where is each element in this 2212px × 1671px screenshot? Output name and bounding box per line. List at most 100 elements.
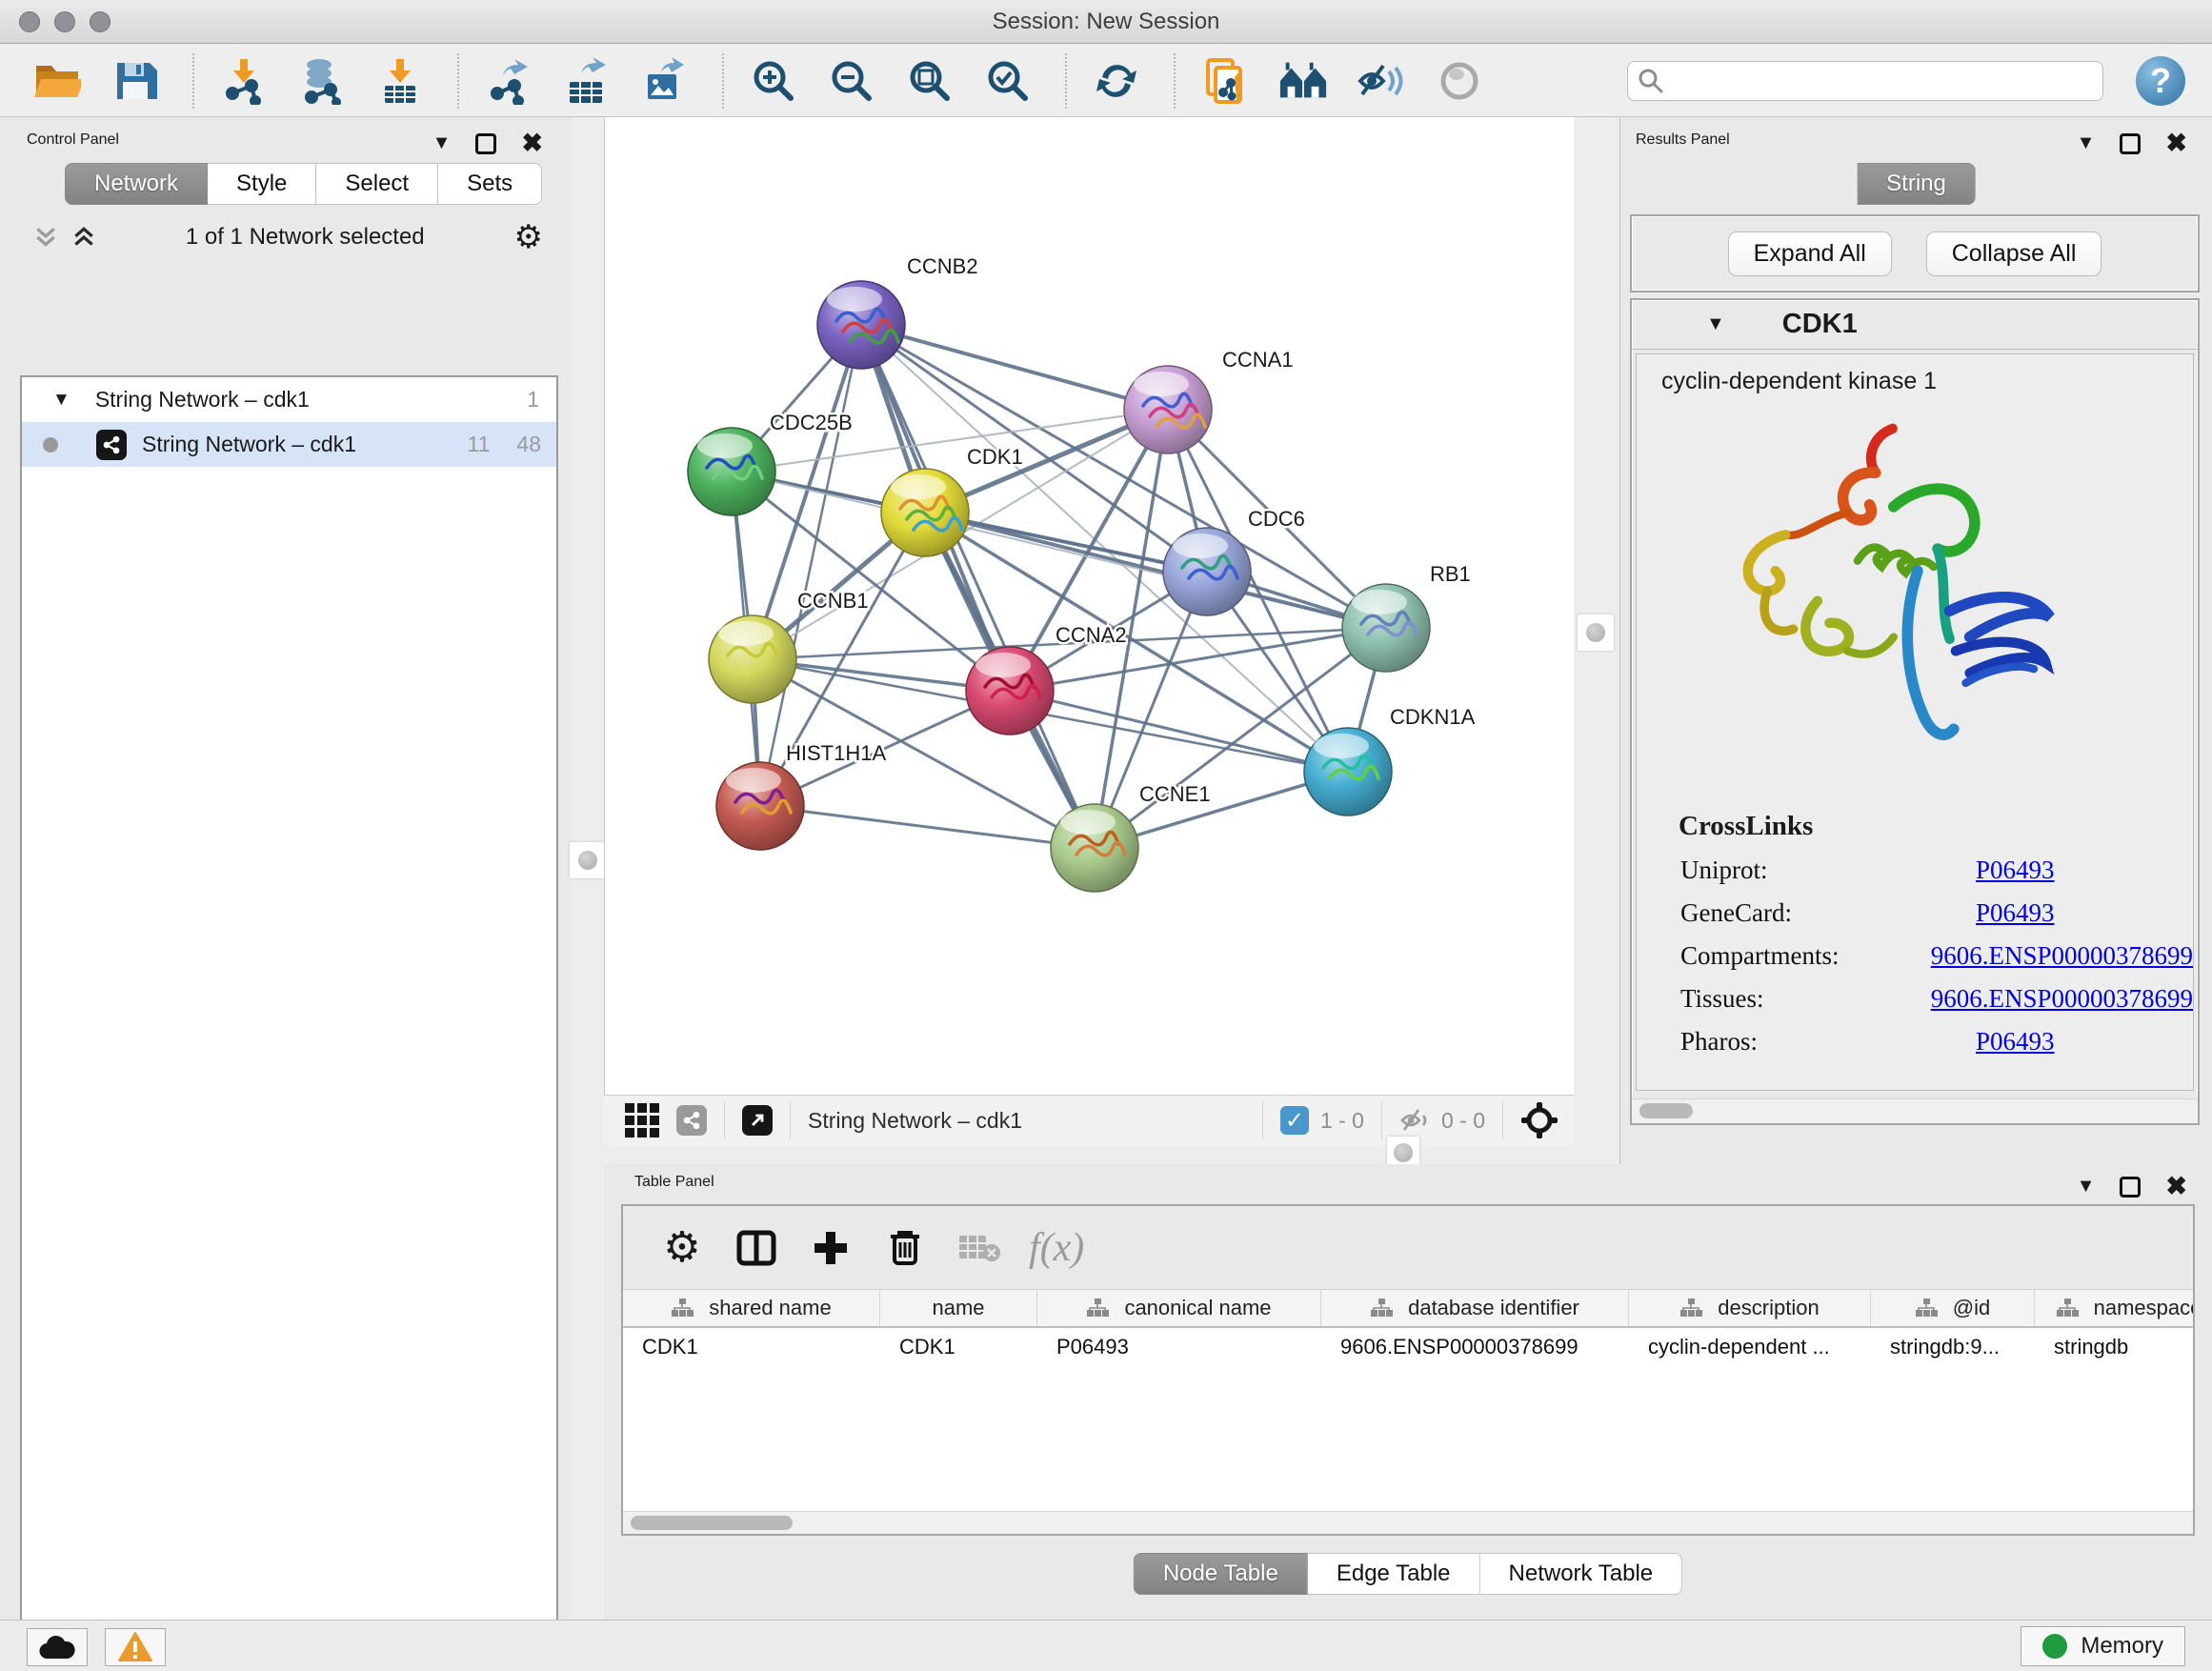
show-all-button[interactable] (1435, 56, 1484, 106)
table-options-button[interactable]: ⚙ (657, 1223, 707, 1273)
float-panel-icon[interactable]: ▼ (432, 132, 452, 154)
zoom-out-button[interactable] (827, 56, 876, 106)
maximize-panel-icon[interactable] (475, 133, 496, 154)
view-grid-icon[interactable] (625, 1103, 659, 1137)
open-session-button[interactable] (32, 56, 82, 106)
tab-network-table[interactable]: Network Table (1480, 1553, 1683, 1595)
stringify-network-button[interactable] (1200, 56, 1250, 106)
tab-sets[interactable]: Sets (438, 163, 542, 205)
left-splitter-knob[interactable] (570, 842, 606, 878)
memory-button[interactable]: Memory (2021, 1626, 2185, 1666)
column-header-@id[interactable]: @id (1871, 1290, 2035, 1326)
close-panel-icon[interactable]: ✖ (521, 129, 543, 158)
maximize-panel-icon[interactable] (2120, 133, 2141, 154)
export-network-button[interactable] (484, 56, 533, 106)
apply-layout-button[interactable] (1092, 56, 1141, 106)
gene-panel-hscrollbar[interactable] (1632, 1098, 2198, 1123)
crosslink-link[interactable]: P06493 (1976, 898, 2055, 928)
column-header-canonical-name[interactable]: canonical name (1037, 1290, 1321, 1326)
crosslink-link[interactable]: 9606.ENSP00000378699 (1931, 984, 2193, 1014)
network-node-count: 11 (468, 432, 491, 457)
close-panel-icon[interactable]: ✖ (2165, 129, 2187, 158)
expand-all-icon[interactable] (71, 225, 96, 250)
show-columns-button[interactable] (732, 1223, 781, 1273)
zoom-selected-button[interactable] (983, 56, 1033, 106)
table-row[interactable]: CDK1CDK1P064939606.ENSP00000378699cyclin… (623, 1328, 2193, 1366)
hide-selected-button[interactable] (1357, 56, 1406, 106)
warnings-button[interactable] (105, 1628, 166, 1666)
toolbar-separator (1174, 53, 1176, 109)
zoom-in-button[interactable] (749, 56, 798, 106)
column-header-database-identifier[interactable]: database identifier (1321, 1290, 1629, 1326)
tab-string[interactable]: String (1857, 163, 1976, 205)
crosslink-link[interactable]: 9606.ENSP00000378699 (1931, 941, 2193, 971)
close-panel-icon[interactable]: ✖ (2165, 1172, 2187, 1201)
column-header-name[interactable]: name (880, 1290, 1037, 1326)
collapse-all-button[interactable]: Collapse All (1926, 232, 2102, 276)
import-network-file-button[interactable] (219, 56, 269, 106)
collection-expand-icon[interactable]: ▼ (52, 390, 70, 411)
help-button[interactable]: ? (2136, 56, 2185, 106)
table-hscrollbar[interactable] (623, 1511, 2193, 1534)
network-collection-row[interactable]: ▼ String Network – cdk1 1 (22, 377, 556, 422)
table-panel-title: Table Panel (634, 1174, 714, 1191)
maximize-panel-icon[interactable] (2120, 1177, 2141, 1198)
network-node-CCNE1[interactable] (1051, 804, 1138, 892)
node-label-CDC6: CDC6 (1248, 507, 1305, 531)
network-node-CDKN1A[interactable] (1304, 728, 1392, 815)
table-cell[interactable]: CDK1 (623, 1328, 880, 1366)
cloud-button[interactable] (27, 1628, 88, 1666)
export-table-button[interactable] (562, 56, 612, 106)
crosslink-link[interactable]: P06493 (1976, 856, 2055, 885)
network-options-gear-icon[interactable]: ⚙ (514, 218, 543, 256)
column-header-shared-name[interactable]: shared name (623, 1290, 880, 1326)
network-node-CCNB1[interactable] (709, 615, 796, 703)
column-header-namespace[interactable]: namespace (2035, 1290, 2193, 1326)
node-label-CCNB1: CCNB1 (797, 589, 869, 613)
gene-collapse-icon[interactable]: ▼ (1706, 313, 1725, 335)
network-node-CCNA2[interactable] (966, 647, 1054, 735)
network-node-RB1[interactable] (1342, 584, 1430, 672)
table-cell[interactable]: stringdb (2035, 1328, 2193, 1366)
import-table-file-button[interactable] (375, 56, 425, 106)
network-edge (861, 325, 1095, 848)
view-string-icon[interactable] (676, 1105, 707, 1136)
zoom-fit-button[interactable] (905, 56, 955, 106)
detach-view-icon[interactable] (742, 1105, 773, 1136)
network-node-CDK1[interactable] (881, 469, 969, 556)
network-row[interactable]: String Network – cdk1 11 48 (22, 422, 556, 467)
export-image-button[interactable] (640, 56, 690, 106)
tab-style[interactable]: Style (208, 163, 316, 205)
table-cell[interactable]: P06493 (1037, 1328, 1321, 1366)
float-panel-icon[interactable]: ▼ (2077, 132, 2096, 154)
right-splitter-knob[interactable] (1578, 614, 1614, 651)
import-network-database-button[interactable] (297, 56, 347, 106)
table-cell[interactable]: cyclin-dependent ... (1629, 1328, 1871, 1366)
column-header-description[interactable]: description (1629, 1290, 1871, 1326)
delete-column-button[interactable] (880, 1223, 930, 1273)
tab-select[interactable]: Select (316, 163, 438, 205)
collapse-all-icon[interactable] (33, 225, 58, 250)
float-panel-icon[interactable]: ▼ (2077, 1176, 2096, 1198)
crosslink-link[interactable]: P06493 (1976, 1027, 2055, 1057)
selected-checkbox-icon[interactable]: ✓ (1280, 1106, 1309, 1135)
birdseye-crosshair-icon[interactable] (1520, 1101, 1558, 1139)
save-session-button[interactable] (111, 56, 160, 106)
network-node-CDC6[interactable] (1163, 528, 1251, 615)
network-node-CDC25B[interactable] (688, 428, 775, 515)
table-cell[interactable]: stringdb:9... (1871, 1328, 2035, 1366)
network-node-CCNB2[interactable] (817, 281, 905, 369)
table-cell[interactable]: CDK1 (880, 1328, 1037, 1366)
network-canvas[interactable]: CCNB2CCNA1CDC25BCDK1CDC6RB1CCNB1CCNA2CDK… (604, 117, 1574, 1095)
search-input[interactable] (1664, 68, 2102, 94)
tab-network[interactable]: Network (65, 163, 208, 205)
network-node-HIST1H1A[interactable] (716, 762, 804, 850)
tab-node-table[interactable]: Node Table (1134, 1553, 1308, 1595)
tab-edge-table[interactable]: Edge Table (1308, 1553, 1480, 1595)
expand-all-button[interactable]: Expand All (1728, 232, 1892, 276)
create-column-button[interactable] (806, 1223, 855, 1273)
network-edge (925, 513, 1386, 628)
network-node-CCNA1[interactable] (1124, 366, 1212, 453)
first-neighbors-button[interactable] (1278, 56, 1328, 106)
table-cell[interactable]: 9606.ENSP00000378699 (1321, 1328, 1629, 1366)
